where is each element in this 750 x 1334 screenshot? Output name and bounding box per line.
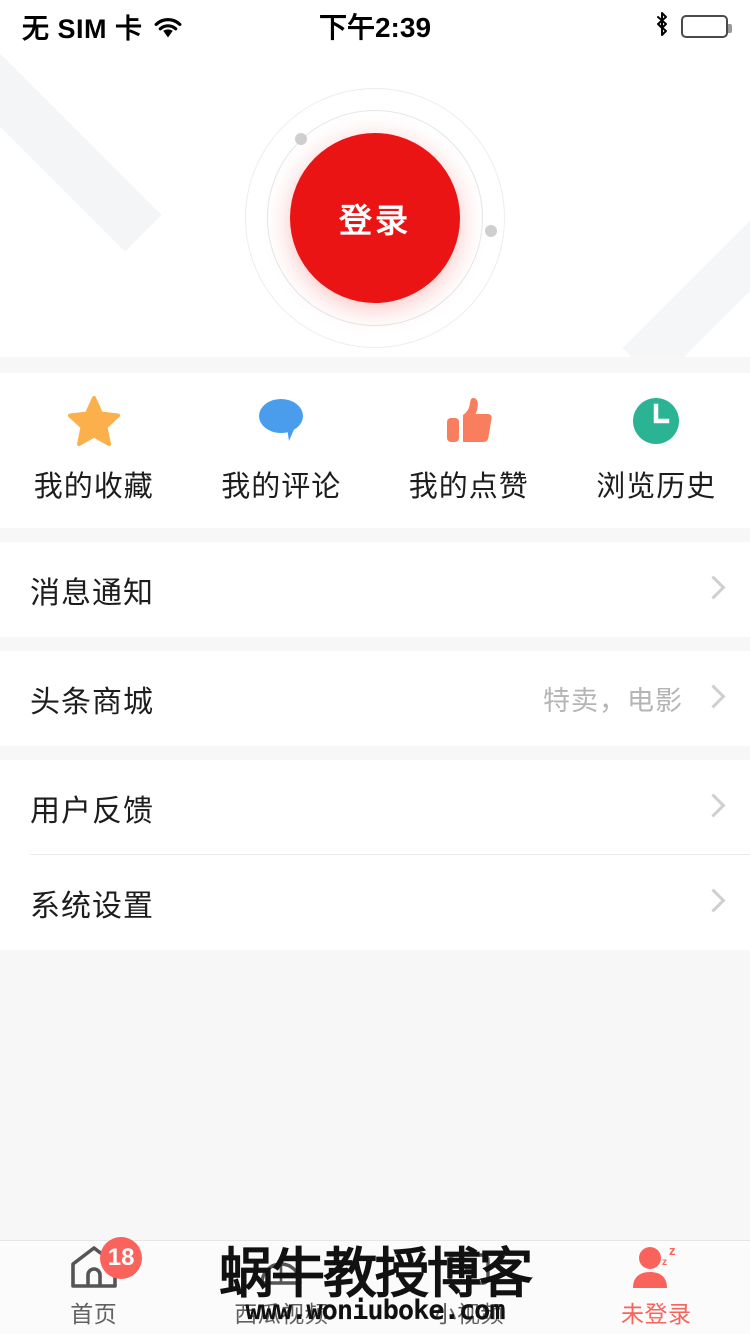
bluetooth-icon [653,10,671,42]
section-gap-1 [0,357,750,373]
quick-action-likes[interactable]: 我的点赞 [375,397,563,505]
menu-row-title: 系统设置 [30,889,154,923]
watermelon-video-icon [258,1247,304,1289]
battery-icon [681,14,732,38]
decorative-chevron-left [0,52,162,357]
profile-header: 登录 [0,52,750,357]
menu-row-title: 用户反馈 [30,794,154,828]
home-icon: 18 [68,1236,143,1289]
menu-row-feedback[interactable]: 用户反馈 [0,760,750,855]
section-gap-4 [0,746,750,760]
tab-label: 未登录 [621,1300,692,1327]
clock-icon [631,397,681,445]
decorative-chevron-right [622,185,750,357]
svg-text:z: z [662,1257,667,1268]
quick-actions-row: 我的收藏 我的评论 我的点赞 浏览历史 [0,373,750,528]
quick-action-favorites[interactable]: 我的收藏 [0,395,188,505]
tab-watermelon-video[interactable]: 西瓜视频 [188,1241,376,1334]
star-icon [67,395,120,446]
bottom-tab-bar: 18 首页 西瓜视频 小视频 z z 未登录 [0,1236,750,1334]
wifi-icon [153,15,183,38]
menu-group-notifications: 消息通知 [0,542,750,637]
short-video-icon [446,1247,492,1289]
ring-dot-right [485,225,497,237]
tab-short-video[interactable]: 小视频 [375,1241,563,1334]
thumbs-up-icon [444,397,494,445]
chevron-right-icon [701,887,726,914]
quick-action-label: 我的评论 [221,470,342,503]
chevron-right-icon [701,683,726,710]
menu-group-settings: 用户反馈 系统设置 [0,760,750,950]
section-gap-2 [0,528,750,542]
speech-bubble-icon [256,397,306,445]
menu-row-title: 消息通知 [30,576,154,610]
quick-action-label: 我的点赞 [408,470,529,503]
sleeping-user-icon: z z [628,1243,684,1289]
menu-row-value: 特卖，电影 [543,686,683,716]
ring-dot-top-left [295,133,307,145]
tab-label: 首页 [70,1300,118,1327]
menu-row-system-settings[interactable]: 系统设置 [0,855,750,950]
status-bar: 无 SIM 卡 下午2:39 [0,0,750,52]
login-button[interactable]: 登录 [290,133,460,303]
menu-group-mall: 头条商城 特卖，电影 [0,651,750,746]
login-ring-group: 登录 [245,88,505,348]
tab-label: 西瓜视频 [234,1300,329,1327]
status-bar-right [653,10,732,42]
menu-row-notifications[interactable]: 消息通知 [0,542,750,637]
svg-text:z: z [669,1243,676,1258]
phone-screen: 无 SIM 卡 下午2:39 登录 我的收藏 我的评论 我的点赞 浏览历史 消息… [0,0,750,1334]
chevron-right-icon [701,792,726,819]
time-label: 下午2:39 [318,12,432,43]
menu-row-title: 头条商城 [30,685,154,719]
section-gap-3 [0,637,750,651]
page-filler [0,950,750,1247]
tab-home[interactable]: 18 首页 [0,1236,188,1334]
quick-action-comments[interactable]: 我的评论 [188,397,376,505]
tab-label: 小视频 [433,1300,504,1327]
quick-action-label: 浏览历史 [596,470,717,503]
status-bar-left: 无 SIM 卡 [22,7,183,46]
quick-action-label: 我的收藏 [33,470,154,503]
tab-account[interactable]: z z 未登录 [563,1241,750,1334]
quick-action-history[interactable]: 浏览历史 [563,397,750,505]
home-badge: 18 [99,1236,143,1279]
login-button-label: 登录 [339,202,411,239]
chevron-right-icon [701,574,726,601]
menu-row-mall[interactable]: 头条商城 特卖，电影 [0,651,750,746]
carrier-label: 无 SIM 卡 [22,13,143,44]
